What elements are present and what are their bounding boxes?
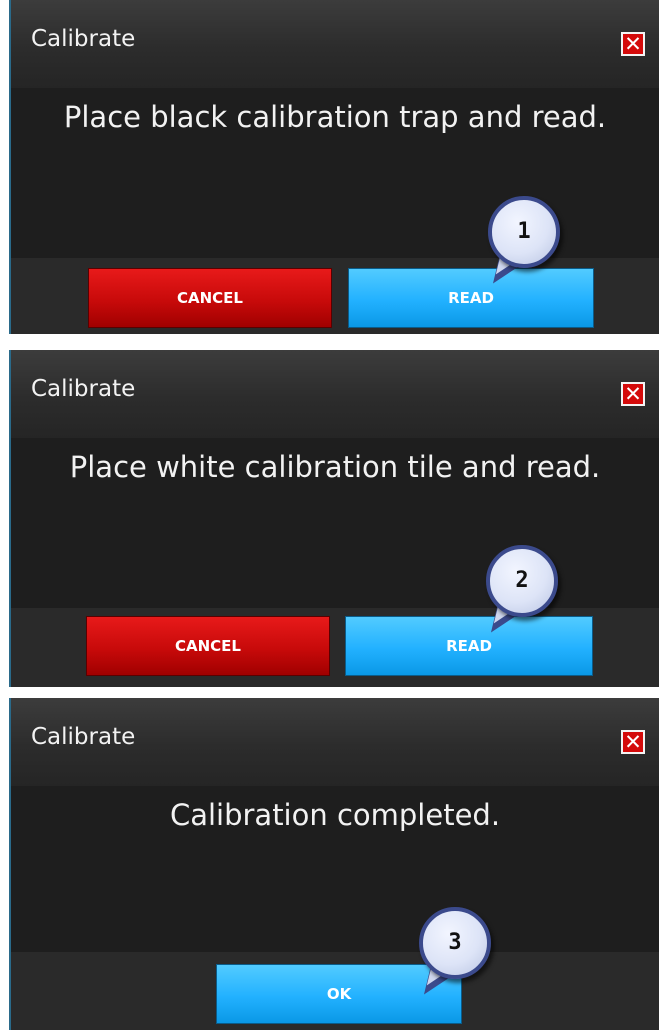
dialog-titlebar: Calibrate ✕ — [11, 350, 659, 438]
dialog-title: Calibrate — [31, 724, 136, 750]
dialog-title: Calibrate — [31, 376, 136, 402]
dialog-titlebar: Calibrate ✕ — [11, 698, 659, 786]
close-icon[interactable]: ✕ — [621, 730, 645, 754]
dialog-button-bar: CANCEL READ — [11, 608, 659, 687]
dialog-message: Place white calibration tile and read. — [69, 450, 601, 484]
dialog-button-bar: CANCEL READ — [11, 258, 659, 334]
cancel-button[interactable]: CANCEL — [86, 616, 330, 676]
dialog-title: Calibrate — [31, 26, 136, 52]
dialog-titlebar: Calibrate ✕ — [11, 0, 659, 88]
dialog-message: Place black calibration trap and read. — [63, 100, 607, 134]
step-callout-icon: 1 — [488, 196, 560, 268]
calibrate-dialog-step-2: Calibrate ✕ Place white calibration tile… — [9, 350, 659, 687]
read-button[interactable]: READ — [348, 268, 594, 328]
cancel-button[interactable]: CANCEL — [88, 268, 332, 328]
dialog-button-bar: OK — [11, 952, 659, 1030]
close-icon[interactable]: ✕ — [621, 32, 645, 56]
read-button[interactable]: READ — [345, 616, 593, 676]
step-callout-icon: 3 — [419, 907, 491, 979]
step-callout-icon: 2 — [486, 545, 558, 617]
calibrate-dialog-step-1: Calibrate ✕ Place black calibration trap… — [9, 0, 659, 334]
close-icon[interactable]: ✕ — [621, 382, 645, 406]
dialog-message: Calibration completed. — [169, 798, 501, 832]
calibrate-dialog-step-3: Calibrate ✕ Calibration completed. OK — [9, 698, 659, 1030]
